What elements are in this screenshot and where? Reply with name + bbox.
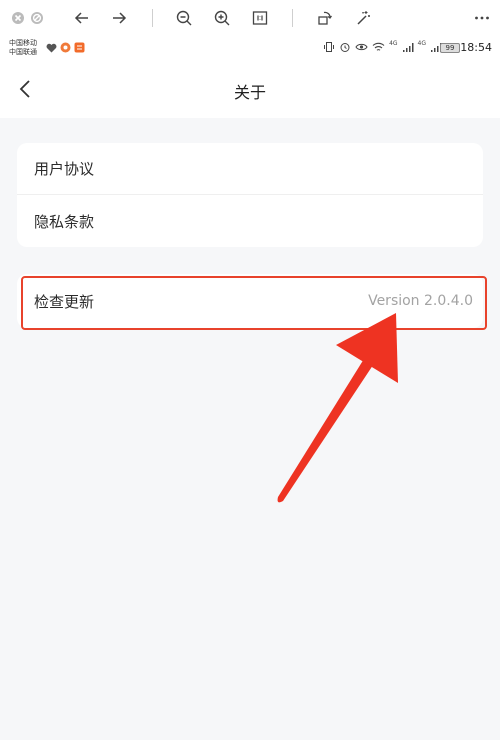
carrier-info: 中国移动 中国联通	[9, 39, 37, 57]
eye-comfort-icon	[355, 43, 368, 51]
toolbar-divider	[292, 9, 293, 27]
arrow-right-icon[interactable]	[107, 6, 131, 30]
page-title: 关于	[233, 83, 266, 102]
zoom-out-icon[interactable]	[172, 6, 196, 30]
viewer-toolbar	[0, 0, 500, 36]
carrier-1: 中国移动	[9, 39, 37, 47]
menu-item-label: 用户协议	[34, 160, 95, 178]
version-text: Version 2.0.4.0	[368, 293, 473, 309]
magic-wand-icon[interactable]	[351, 6, 375, 30]
taobao-icon	[74, 42, 85, 53]
menu-item-privacy-terms[interactable]: 隐私条款	[17, 195, 483, 247]
arrow-left-icon[interactable]	[70, 6, 94, 30]
network-type-2: 4G	[417, 39, 426, 47]
status-bar: 中国移动 中国联通 4G 4G 99 18:54	[0, 36, 500, 60]
rotate-icon[interactable]	[313, 6, 337, 30]
more-icon[interactable]	[470, 6, 494, 30]
alarm-icon	[340, 43, 350, 52]
menu-item-label: 检查更新	[34, 292, 95, 311]
menu-item-user-agreement[interactable]: 用户协议	[17, 143, 483, 195]
system-status-icons: 4G 4G	[323, 39, 442, 53]
network-type-1: 4G	[389, 39, 398, 47]
agreements-card: 用户协议 隐私条款	[17, 143, 483, 247]
vibrate-icon	[324, 42, 335, 52]
app-notification-icon	[60, 42, 71, 53]
nav-header: 关于	[0, 60, 500, 118]
battery-icon: 99	[440, 43, 460, 53]
update-card: 检查更新 Version 2.0.4.0	[17, 274, 483, 328]
notification-icons	[46, 42, 85, 53]
wifi-icon	[372, 42, 385, 51]
status-time: 18:54	[460, 41, 492, 54]
menu-item-label: 隐私条款	[34, 212, 95, 231]
actual-size-icon[interactable]	[248, 6, 272, 30]
toolbar-divider	[152, 9, 153, 27]
carrier-2: 中国联通	[9, 48, 37, 56]
heart-icon	[46, 43, 57, 52]
zoom-in-icon[interactable]	[210, 6, 234, 30]
block-icon[interactable]	[25, 6, 49, 30]
signal-icon	[402, 42, 414, 52]
